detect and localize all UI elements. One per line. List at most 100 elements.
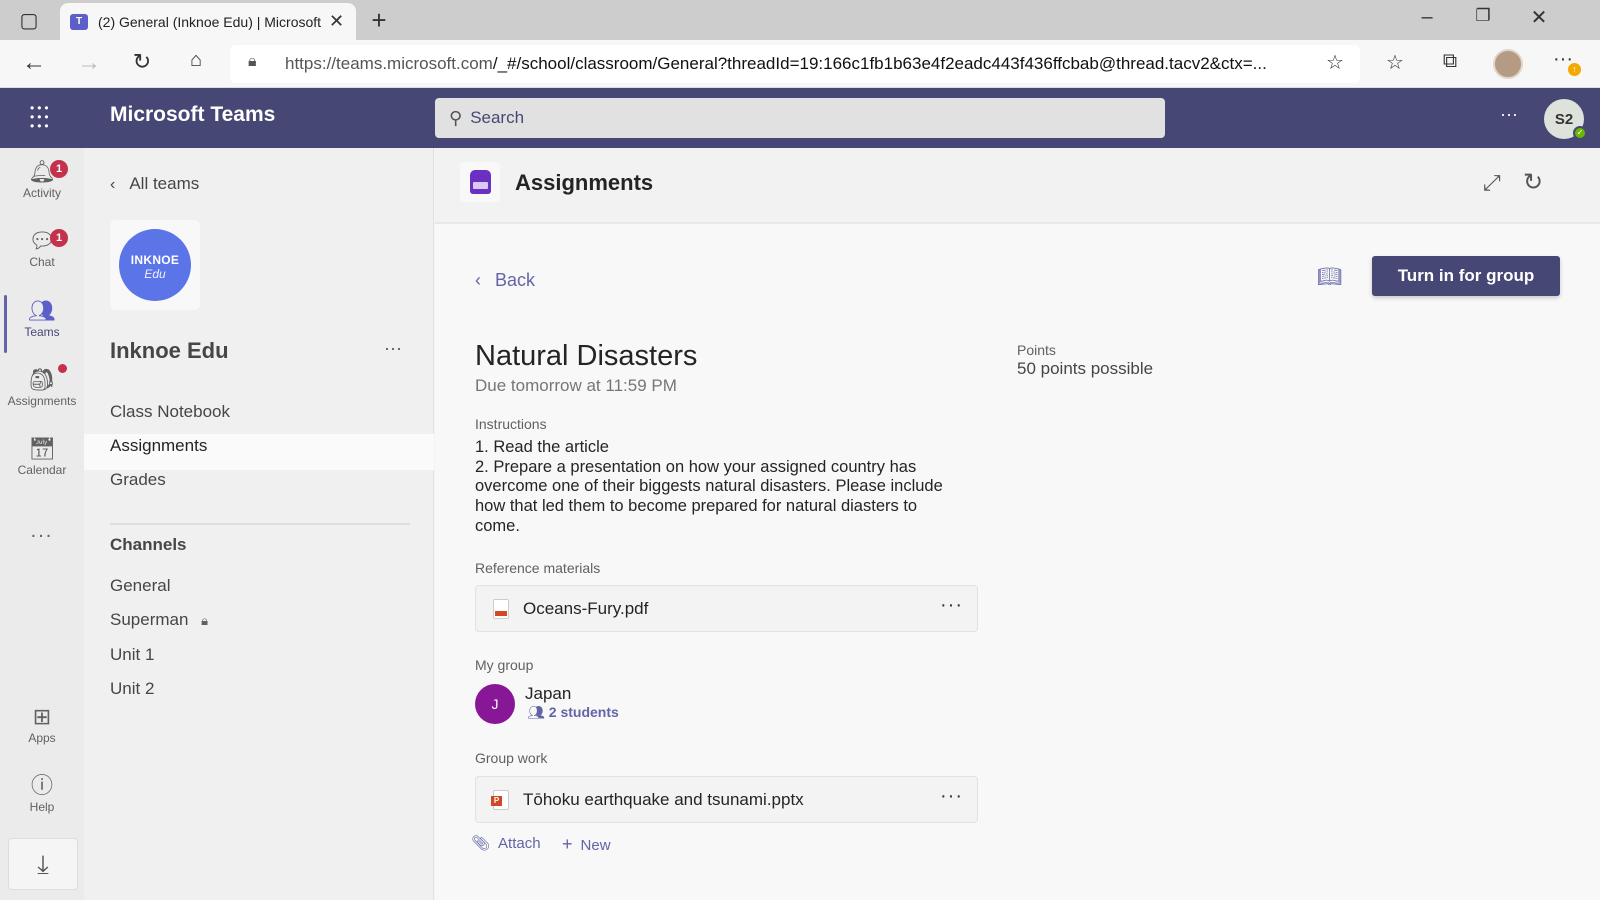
channel-superman[interactable]: Superman 🔒︎ (110, 610, 208, 630)
rail-item-activity[interactable]: 🔔︎ Activity 1 (0, 156, 84, 220)
forward-icon[interactable]: → (74, 49, 104, 77)
tab-grades[interactable]: Grades (110, 470, 166, 490)
channel-label: Superman (110, 610, 189, 629)
rail-item-assignments[interactable]: 🎒︎ Assignments (0, 364, 84, 428)
group-work-file-card[interactable]: P Tōhoku earthquake and tsunami.pptx ··· (475, 776, 978, 823)
more-apps-icon[interactable]: ... (0, 520, 84, 543)
rail-item-calendar[interactable]: 📅︎ Calendar (0, 433, 84, 497)
app-rail: 🔔︎ Activity 1 💬︎ Chat 1 👥︎ Teams 🎒︎ Assi… (0, 148, 84, 900)
my-group-label: My group (475, 657, 534, 673)
file-more-options-icon[interactable]: ··· (940, 785, 963, 808)
help-icon: ⓘ (30, 773, 53, 798)
rail-label: Teams (24, 325, 60, 339)
presence-available-icon: ✓ (1573, 126, 1587, 140)
back-label: Back (495, 270, 536, 290)
new-button[interactable]: + New (562, 834, 611, 855)
more-options-icon[interactable]: ··· (1500, 104, 1518, 125)
home-icon[interactable]: ⌂ (181, 49, 211, 72)
new-label: New (580, 837, 611, 854)
back-button[interactable]: ‹ Back (475, 270, 535, 291)
refresh-icon[interactable]: ↻ (1523, 168, 1543, 197)
channels-heading: Channels (110, 535, 187, 554)
team-logo-subtext: Edu (144, 267, 166, 281)
lock-icon: 🔒︎ (248, 53, 257, 70)
chat-icon: 💬︎ (28, 228, 56, 253)
powerpoint-file-icon: P (491, 789, 509, 810)
team-logo: INKNOE Edu (110, 220, 200, 310)
search-icon: ⚲ (449, 107, 463, 128)
rail-item-help[interactable]: ⓘ Help (0, 770, 84, 834)
browser-toolbar: ← → ↻ ⌂ 🔒︎ https://teams.microsoft.com/_… (0, 40, 1600, 88)
group-work-file-name: Tōhoku earthquake and tsunami.pptx (523, 789, 804, 809)
chevron-left-icon: ‹ (110, 176, 116, 193)
reference-file-name: Oceans-Fury.pdf (523, 598, 649, 618)
due-date: Due tomorrow at 11:59 PM (475, 376, 677, 395)
apps-icon: ⊞ (32, 704, 52, 729)
minimize-icon[interactable]: – (1412, 6, 1442, 29)
rail-label: Help (29, 800, 55, 814)
search-input[interactable]: ⚲ Search (435, 98, 1165, 138)
reference-file-card[interactable]: Oceans-Fury.pdf ··· (475, 585, 978, 632)
calendar-icon: 📅︎ (28, 436, 56, 461)
user-avatar[interactable]: S2 ✓ (1544, 99, 1587, 140)
collections-icon[interactable]: ⧉ (1435, 50, 1465, 73)
instructions-text: 1. Read the article 2. Prepare a present… (475, 438, 943, 535)
app-title: Microsoft Teams (110, 103, 276, 126)
back-icon[interactable]: ← (19, 49, 49, 77)
assignments-dot (58, 364, 67, 373)
backpack-icon: 🎒︎ (28, 367, 56, 392)
profile-icon[interactable] (1493, 49, 1523, 79)
bell-icon: 🔔︎ (28, 159, 56, 184)
new-tab-icon[interactable]: + (364, 5, 394, 36)
add-favorite-icon[interactable]: ☆ (1320, 50, 1350, 75)
group-avatar: J (475, 684, 515, 724)
main-content: Assignments ⤢ ↻ ‹ Back 📖︎ Turn in for gro… (435, 148, 1600, 900)
tab-class-notebook[interactable]: Class Notebook (110, 402, 230, 422)
rail-label: Apps (28, 731, 56, 745)
close-window-icon[interactable]: ✕ (1524, 5, 1554, 30)
points-label: Points (1017, 342, 1056, 358)
team-more-options-icon[interactable]: ··· (384, 338, 402, 359)
paperclip-icon: 📎︎ (471, 835, 491, 852)
app-title: Assignments (515, 170, 654, 195)
tab-actions-icon[interactable]: ▢ (14, 8, 44, 33)
group-members-link[interactable]: 👥︎ 2 students (527, 704, 619, 721)
channel-unit-2[interactable]: Unit 2 (110, 679, 154, 699)
tab-assignments[interactable]: Assignments (110, 436, 207, 456)
turn-in-for-group-button[interactable]: Turn in for group (1372, 256, 1560, 296)
favorites-icon[interactable]: ☆ (1380, 50, 1410, 75)
refresh-icon[interactable]: ↻ (127, 49, 157, 75)
channel-general[interactable]: General (110, 576, 170, 596)
immersive-reader-icon[interactable]: 📖︎ (1317, 264, 1342, 289)
file-more-options-icon[interactable]: ··· (940, 594, 963, 617)
expand-icon[interactable]: ⤢ (1483, 170, 1501, 196)
all-teams-link[interactable]: ‹ All teams (110, 174, 199, 194)
address-bar[interactable]: 🔒︎ https://teams.microsoft.com/_#/school… (230, 45, 1360, 83)
app-header: Assignments ⤢ ↻ (435, 148, 1600, 224)
divider (110, 523, 410, 525)
restore-icon[interactable]: ❐ (1468, 6, 1498, 26)
search-placeholder: Search (470, 108, 525, 127)
group-name: Japan (525, 684, 572, 703)
attach-button[interactable]: 📎︎ Attach (471, 834, 541, 852)
update-badge-icon: ↑ (1568, 63, 1581, 76)
app-launcher-icon[interactable]: ••• ••• ••• (30, 102, 52, 132)
attach-label: Attach (498, 835, 541, 852)
rail-item-apps[interactable]: ⊞ Apps (0, 701, 84, 765)
rail-label: Calendar (17, 463, 67, 477)
close-tab-icon[interactable]: ✕ (329, 11, 344, 32)
channel-unit-1[interactable]: Unit 1 (110, 645, 154, 665)
avatar-initials: S2 (1554, 110, 1574, 128)
rail-item-teams[interactable]: 👥︎ Teams (0, 295, 84, 359)
url-host: https://teams.microsoft.com (285, 54, 493, 73)
points-value: 50 points possible (1017, 359, 1154, 378)
rail-item-chat[interactable]: 💬︎ Chat 1 (0, 225, 84, 289)
teams-header: ••• ••• ••• Microsoft Teams ⚲ Search ··· S… (0, 88, 1600, 148)
browser-tab[interactable]: T (2) General (Inknoe Edu) | Microsoft T… (60, 3, 356, 40)
download-app-button[interactable]: ⤓ (8, 838, 78, 890)
pdf-file-icon (493, 598, 509, 619)
assignments-app-icon (460, 162, 500, 202)
assignment-title: Natural Disasters (475, 340, 698, 372)
chevron-left-icon: ‹ (475, 270, 481, 290)
team-panel: ‹ All teams INKNOE Edu Inknoe Edu ··· Cla… (84, 148, 434, 900)
